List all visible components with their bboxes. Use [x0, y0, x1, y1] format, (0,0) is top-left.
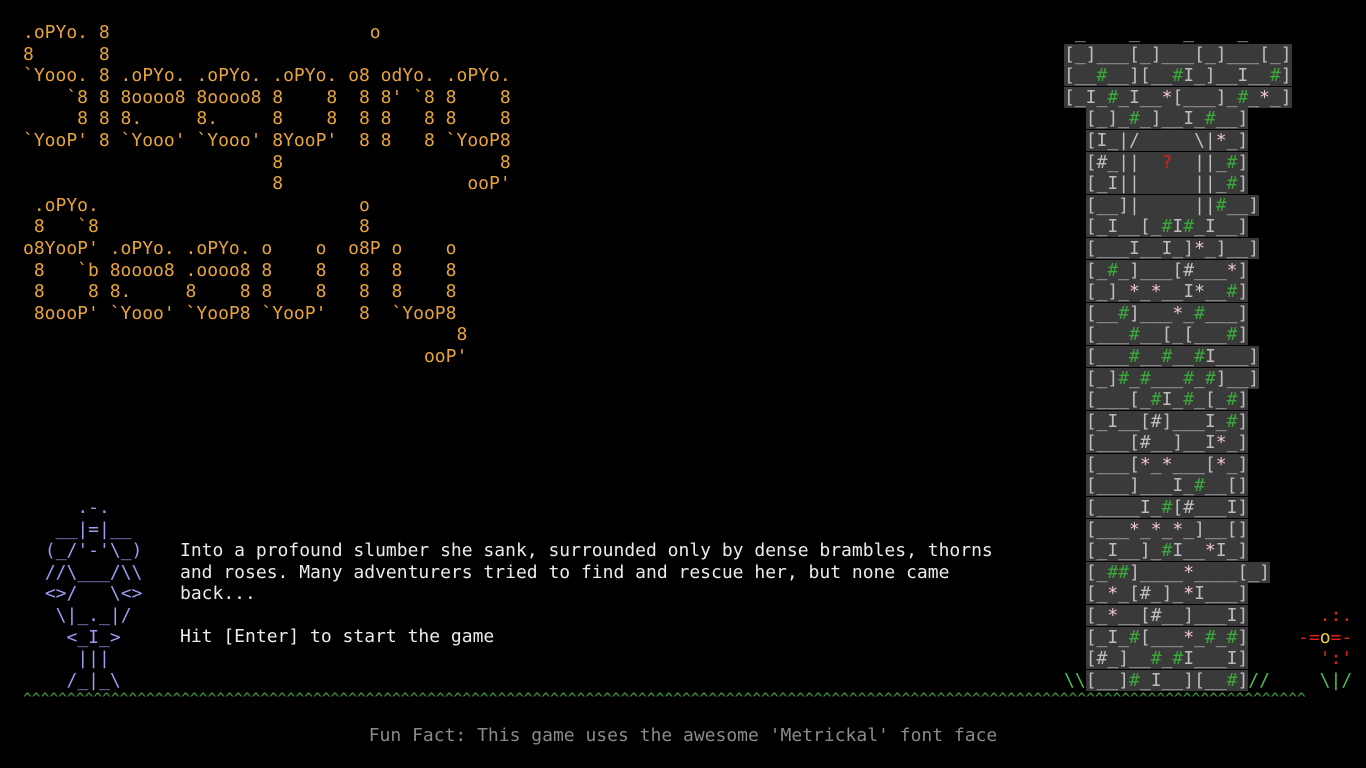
tower-shaft-row: [_##]____*____[_] — [1085, 561, 1270, 583]
tower-shaft-row: [_]_*_*__I*__#] — [1085, 281, 1249, 303]
tower-ascii-art: _ _ _ _ [_]___[_]___[_]___[_] [__#__][__#… — [1064, 22, 1292, 691]
tower-window-row: [#_|| ? ||_#] — [1085, 151, 1249, 173]
tower-top-row: [__#__][__#I_]__I__#] — [1064, 65, 1292, 87]
tower-shaft-row: [_I_#[___*_#_#] — [1085, 626, 1249, 648]
tower-shaft-row: [___]___I_#__[] — [1085, 475, 1249, 497]
tower-battlement: _ _ _ _ — [1064, 22, 1260, 43]
ground-grass-line: ^^^^^^^^^^^^^^^^^^^^^^^^^^^^^^^^^^^^^^^^… — [23, 690, 1306, 707]
grass-tuft-right: // — [1248, 669, 1270, 691]
tower-shaft-row: [_]#_#___#_#]__] — [1085, 367, 1260, 389]
tower-shaft-row: [___[_#I_#_[_#] — [1085, 389, 1249, 411]
tower-shaft-row: [_I__[_#I#_I__] — [1085, 216, 1249, 238]
tower-shaft-row: [_#_]___[#___*] — [1085, 259, 1249, 281]
knight-ascii-art: .-. __|=|__ (_/'-'\_) //\___/\\ <>/ \<> … — [44, 497, 143, 691]
tower-shaft-row: [___*_*_*_]__[] — [1085, 518, 1249, 540]
rose-flower-ascii-art: .:. -=o=- ':' \|/ — [1298, 605, 1353, 691]
tower-shaft-row: [_]_#_]__I_#__] — [1085, 108, 1249, 130]
story-line-2: and roses. Many adventurers tried to fin… — [180, 561, 950, 583]
start-game-prompt[interactable]: Hit [Enter] to start the game — [180, 626, 993, 648]
tower-shaft-row: [_I__[#]___I_#] — [1085, 410, 1249, 432]
tower-shaft-row: [#_]__#_#I___I] — [1085, 648, 1249, 670]
tower-shaft-row: [_I__]_#I__*I_] — [1085, 540, 1249, 562]
tower-top-row: [_]___[_]___[_]___[_] — [1064, 43, 1292, 65]
tower-shaft-row: [___#__[_[___#] — [1085, 324, 1249, 346]
tower-shaft-row: \\[__]#_I__][__#]// — [1064, 669, 1270, 691]
story-line-3: back... — [180, 583, 256, 605]
fun-fact-text: Fun Fact: This game uses the awesome 'Me… — [368, 725, 998, 746]
tower-shaft-row: [____I_#[#___I] — [1085, 497, 1249, 519]
story-text: Into a profound slumber she sank, surrou… — [180, 540, 993, 648]
tower-shaft-row: [__]| ||#__] — [1085, 194, 1260, 216]
tower-shaft-row: [___[*_*___[*_] — [1085, 453, 1249, 475]
grass-tuft-left: \\ — [1064, 669, 1086, 691]
story-line-1: Into a profound slumber she sank, surrou… — [180, 540, 993, 561]
tower-shaft-row: [___I__I_]*_]__] — [1085, 237, 1260, 259]
tower-shaft-row: [_*__[#__]___I] — [1085, 605, 1249, 627]
tower-shaft-row: [___#__#__#I___] — [1085, 345, 1260, 367]
tower-shaft-row: [__#]___*_#___] — [1085, 302, 1249, 324]
game-title-ascii-art: .oPYo. 8 o 8 8 `Yooo. 8 .oPYo. .oPYo. .o… — [23, 22, 511, 367]
tower-shaft-row: [_*_[#_]_*I___] — [1085, 583, 1249, 605]
tower-shaft-row: [I_|/ \|*_] — [1085, 129, 1249, 151]
tower-shaft-row: [_I|| ||_#] — [1085, 173, 1249, 195]
tower-shaft-row: [___[#__]__I*_] — [1085, 432, 1249, 454]
tower-top-row: [_I_#_I__*[___]_#_*_] — [1064, 86, 1292, 108]
